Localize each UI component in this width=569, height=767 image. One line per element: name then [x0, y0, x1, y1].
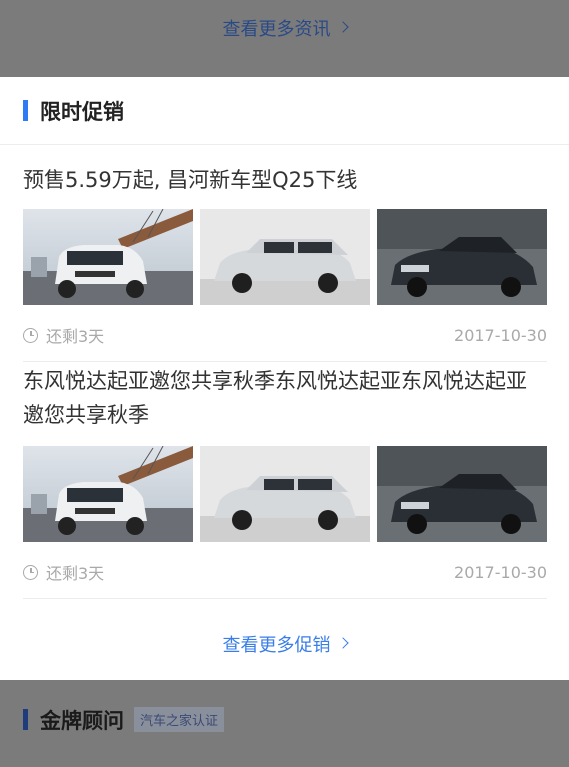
promo-images — [23, 446, 547, 542]
section-accent-bar — [23, 100, 28, 121]
remaining-time: 还剩3天 — [46, 564, 105, 583]
audi-a4-wagon-photo[interactable] — [200, 209, 370, 305]
promo-title: 预售5.59万起, 昌河新车型Q25下线 — [23, 168, 358, 192]
more-news-link[interactable]: 查看更多资讯 — [0, 0, 569, 77]
advisor-section: 金牌顾问 汽车之家认证 — [0, 680, 569, 763]
promo-item[interactable]: 东风悦达起亚邀您共享秋季东风悦达起亚东风悦达起亚邀您共享秋季 还剩3天 2017… — [23, 364, 547, 599]
remaining-time: 还剩3天 — [46, 327, 105, 346]
promo-date: 2017-10-30 — [454, 325, 547, 345]
advisor-header: 金牌顾问 汽车之家认证 — [0, 672, 569, 767]
bmw-x1-suv-photo[interactable] — [23, 209, 193, 305]
audi-a4-wagon-photo[interactable] — [200, 446, 370, 542]
cadillac-ats-coupe-photo[interactable] — [377, 209, 547, 305]
promo-meta: 还剩3天 2017-10-30 — [23, 309, 547, 362]
promo-images — [23, 209, 547, 305]
section-header: 限时促销 — [0, 77, 569, 145]
certified-badge: 汽车之家认证 — [134, 707, 225, 732]
more-news-label: 查看更多资讯 — [222, 18, 331, 40]
bmw-x1-suv-photo[interactable] — [23, 446, 193, 542]
advisor-title: 金牌顾问 — [40, 708, 124, 733]
section-accent-bar — [23, 709, 28, 730]
chevron-right-icon — [336, 637, 349, 649]
section-title: 限时促销 — [40, 99, 124, 124]
more-promos-link[interactable]: 查看更多促销 — [0, 607, 569, 680]
promo-card: 限时促销 预售5.59万起, 昌河新车型Q25下线 还剩3天 2017-10-3… — [0, 77, 569, 680]
more-promos-label: 查看更多促销 — [222, 634, 331, 656]
promo-meta: 还剩3天 2017-10-30 — [23, 546, 547, 599]
clock-icon — [23, 327, 38, 343]
chevron-right-icon — [336, 21, 349, 33]
promo-title: 东风悦达起亚邀您共享秋季东风悦达起亚东风悦达起亚邀您共享秋季 — [23, 369, 527, 427]
promo-item[interactable]: 预售5.59万起, 昌河新车型Q25下线 还剩3天 2017-10-30 — [23, 163, 547, 362]
promo-date: 2017-10-30 — [454, 562, 547, 582]
clock-icon — [23, 564, 38, 580]
cadillac-ats-coupe-photo[interactable] — [377, 446, 547, 542]
